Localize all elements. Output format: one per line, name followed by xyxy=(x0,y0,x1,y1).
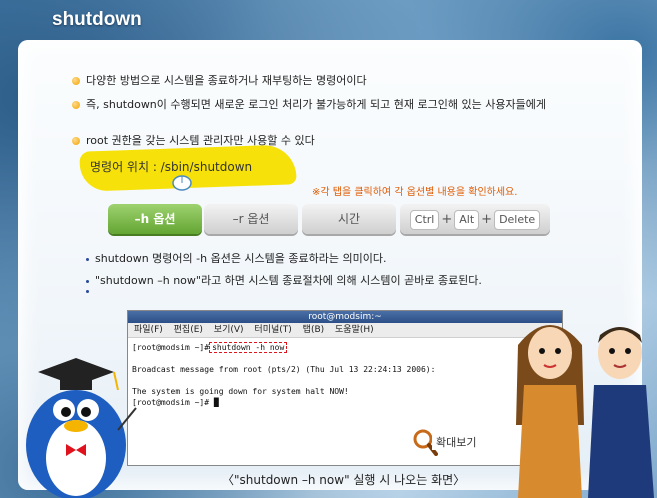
bullet-dot-icon xyxy=(86,289,89,293)
tab-hint: ※각 탭을 클릭하여 각 옵션별 내용을 확인하세요. xyxy=(312,187,518,198)
terminal-output: [root@modsim ~]# shutdown -h now Broadcas… xyxy=(128,338,562,412)
menu-tabs: 탭(B) xyxy=(302,325,325,335)
penguin-mascot-illustration xyxy=(26,358,137,498)
terminal-screenshot: root@modsim:~ 파일(F) 편집(E) 보기(V) 터미널(T) 탭… xyxy=(127,310,563,466)
terminal-menubar: 파일(F) 편집(E) 보기(V) 터미널(T) 탭(B) 도움말(H) xyxy=(128,323,562,338)
terminal-prompt: [root@modsim ~]# xyxy=(132,343,210,352)
bullet-item: 다양한 방법으로 시스템을 종료하거나 재부팅하는 명령어이다 xyxy=(72,72,367,88)
tab-ctrl-alt-delete[interactable]: Ctrl + Alt + Delete xyxy=(400,204,550,234)
terminal-titlebar: root@modsim:~ xyxy=(128,311,562,323)
plus-sign: + xyxy=(481,212,493,227)
bullet-dot-icon xyxy=(86,279,89,283)
zoom-label: 확대보기 xyxy=(432,434,481,450)
mouse-icon xyxy=(172,175,192,191)
bullet-dot-icon xyxy=(86,257,89,261)
key-alt: Alt xyxy=(454,210,480,230)
bullet-icon xyxy=(72,137,80,145)
menu-terminal: 터미널(T) xyxy=(254,325,292,335)
highlighted-command: shutdown -h now xyxy=(209,342,288,353)
menu-help: 도움말(H) xyxy=(335,325,374,335)
menu-view: 보기(V) xyxy=(213,325,244,335)
terminal-line: [root@modsim ~]# █ xyxy=(132,398,219,407)
plus-sign: + xyxy=(441,212,453,227)
menu-edit: 편집(E) xyxy=(173,325,203,335)
bullet-item: 즉, shutdown이 수행되면 새로운 로그인 처리가 불가능하게 되고 현… xyxy=(72,96,546,112)
bullet-icon xyxy=(72,101,80,109)
terminal-line: The system is going down for system halt… xyxy=(132,387,349,396)
bullet-item: root 권한을 갖는 시스템 관리자만 사용할 수 있다 xyxy=(72,132,315,148)
key-ctrl: Ctrl xyxy=(409,210,440,230)
page-title: shutdown xyxy=(52,9,142,30)
key-delete: Delete xyxy=(494,210,541,230)
terminal-line: Broadcast message from root (pts/2) (Thu… xyxy=(132,365,436,374)
explanation-item xyxy=(86,284,95,297)
explanation-item: shutdown 명령어의 -h 옵션은 시스템을 종료하라는 의미이다. xyxy=(86,250,386,266)
students-illustration xyxy=(516,325,654,498)
bullet-icon xyxy=(72,77,80,85)
tab-time[interactable]: 시간 xyxy=(302,204,396,234)
figure-caption: 〈"shutdown –h now" 실행 시 나오는 화면〉 xyxy=(222,473,466,487)
tab-r-option[interactable]: –r 옵션 xyxy=(204,204,298,234)
zoom-button[interactable]: 확대보기 xyxy=(412,428,481,460)
tab-h-option[interactable]: –h 옵션 xyxy=(108,204,202,234)
explanation-item: "shutdown –h now"라고 하면 시스템 종료절차에 의해 시스템이… xyxy=(86,272,482,288)
menu-file: 파일(F) xyxy=(134,325,163,335)
